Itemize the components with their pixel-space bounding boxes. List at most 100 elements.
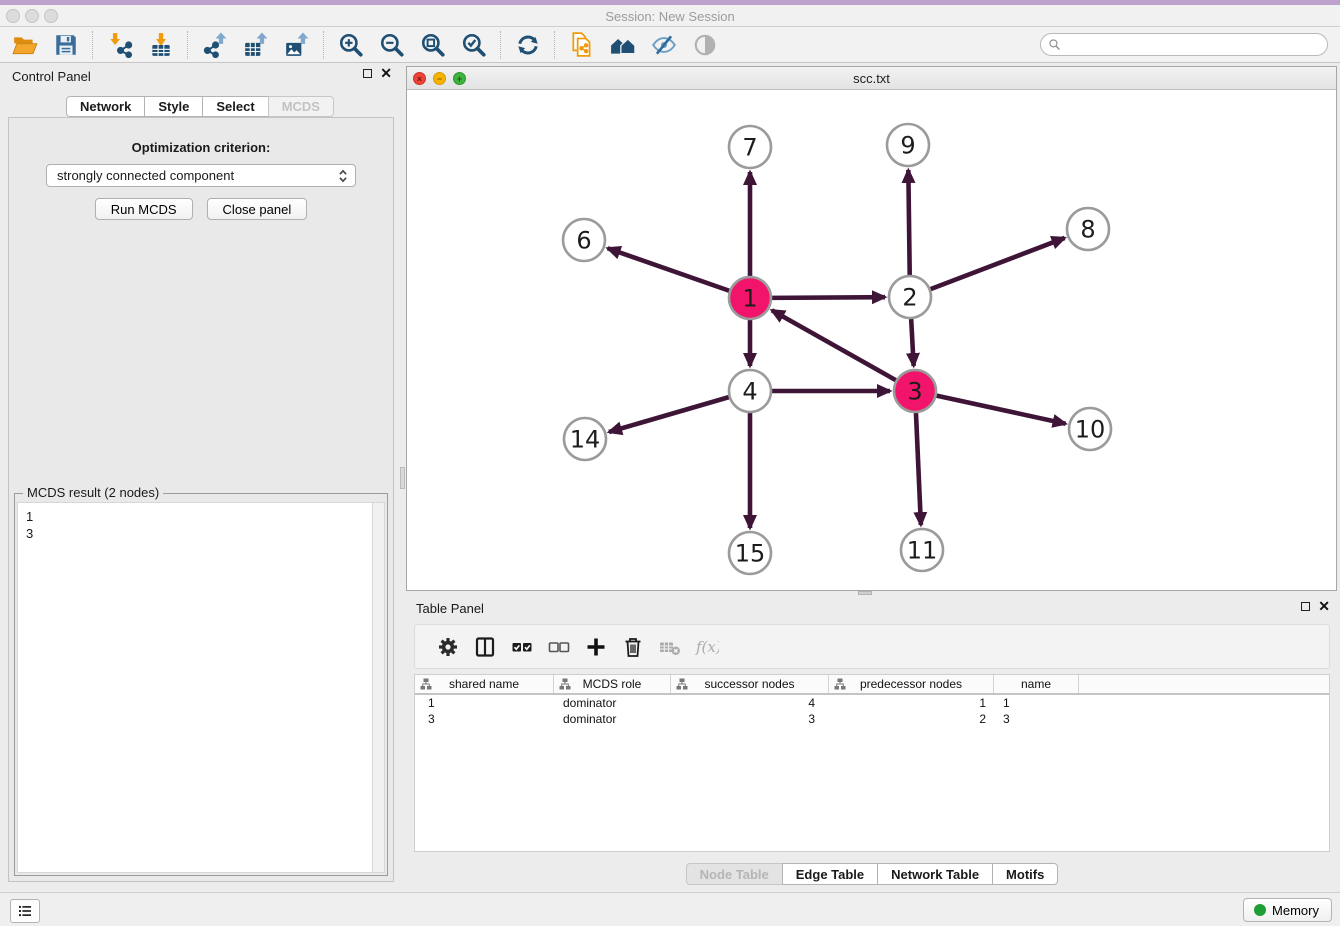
- table-cell[interactable]: 3: [994, 712, 1079, 726]
- graph-node-14[interactable]: 14: [564, 418, 606, 460]
- column-header-predecessor-nodes[interactable]: predecessor nodes: [829, 675, 994, 693]
- mcds-result-area[interactable]: 13: [17, 502, 385, 873]
- network-titlebar[interactable]: × − + scc.txt: [407, 67, 1336, 90]
- tab-select[interactable]: Select: [202, 96, 268, 117]
- column-header-shared-name[interactable]: shared name: [415, 675, 554, 693]
- column-header-MCDS-role[interactable]: MCDS role: [554, 675, 671, 693]
- table-cell[interactable]: 1: [829, 696, 994, 710]
- delete-table-icon: [658, 635, 682, 659]
- memory-button[interactable]: Memory: [1243, 898, 1332, 922]
- tab-mcds[interactable]: MCDS: [268, 96, 334, 117]
- home-icon[interactable]: [602, 29, 643, 61]
- graph-edge-1-6[interactable]: [608, 248, 730, 290]
- export-network-icon: [202, 32, 228, 58]
- zoom-in-icon[interactable]: [330, 29, 371, 61]
- zoom-selected-icon: [461, 32, 487, 58]
- function-builder-icon[interactable]: [688, 630, 725, 664]
- task-history-button[interactable]: [10, 899, 40, 923]
- table-cell[interactable]: 1: [994, 696, 1079, 710]
- zoom-out-icon[interactable]: [371, 29, 412, 61]
- graph-edge-3-10[interactable]: [936, 396, 1065, 424]
- table-toolbar: [414, 624, 1330, 669]
- graph-node-9[interactable]: 9: [887, 124, 929, 166]
- split-view-icon: [473, 635, 497, 659]
- graph-node-3[interactable]: 3: [894, 370, 936, 412]
- tab-node-table[interactable]: Node Table: [686, 863, 783, 885]
- node-table: shared nameMCDS rolesuccessor nodesprede…: [414, 674, 1330, 852]
- save-session-icon[interactable]: [45, 29, 86, 61]
- new-network-from-selection-icon[interactable]: [561, 29, 602, 61]
- add-column-icon[interactable]: [577, 630, 614, 664]
- splitter-grip[interactable]: [858, 591, 872, 595]
- tab-motifs[interactable]: Motifs: [992, 863, 1058, 885]
- apply-layout-icon[interactable]: [507, 29, 548, 61]
- import-network-icon[interactable]: [99, 29, 140, 61]
- graph-edge-2-8[interactable]: [931, 238, 1065, 289]
- graph-node-1[interactable]: 1: [729, 277, 771, 319]
- memory-label: Memory: [1272, 903, 1319, 918]
- hierarchy-icon: [420, 678, 432, 690]
- table-row[interactable]: 3dominator323: [415, 711, 1329, 727]
- graph-node-11[interactable]: 11: [901, 529, 943, 571]
- column-header-successor-nodes[interactable]: successor nodes: [671, 675, 829, 693]
- graph-edge-2-3[interactable]: [911, 319, 914, 366]
- zoom-selected-icon[interactable]: [453, 29, 494, 61]
- select-all-columns-icon[interactable]: [503, 630, 540, 664]
- table-settings-icon[interactable]: [429, 630, 466, 664]
- tab-edge-table[interactable]: Edge Table: [782, 863, 878, 885]
- table-cell[interactable]: 3: [671, 712, 829, 726]
- close-panel-button[interactable]: Close panel: [207, 198, 308, 220]
- table-cell[interactable]: 3: [415, 712, 554, 726]
- home-icon: [610, 32, 636, 58]
- function-builder-icon: [695, 635, 719, 659]
- float-panel-icon[interactable]: [363, 69, 372, 78]
- run-mcds-button[interactable]: Run MCDS: [95, 198, 193, 220]
- graph-edge-3-1[interactable]: [772, 310, 896, 380]
- graph-node-7[interactable]: 7: [729, 126, 771, 168]
- unhide-icon[interactable]: [684, 29, 725, 61]
- tab-style[interactable]: Style: [144, 96, 203, 117]
- deselect-all-columns-icon[interactable]: [540, 630, 577, 664]
- graph-node-8[interactable]: 8: [1067, 208, 1109, 250]
- network-canvas[interactable]: 1 2 3 4 6 7 8 9 10 11 14 15: [407, 90, 1336, 590]
- table-row[interactable]: 1dominator411: [415, 695, 1329, 711]
- result-scrollbar[interactable]: [372, 503, 384, 872]
- open-session-icon[interactable]: [4, 29, 45, 61]
- graph-edge-2-9[interactable]: [908, 170, 909, 275]
- graph-edge-4-14[interactable]: [609, 397, 729, 432]
- hide-selected-icon[interactable]: [643, 29, 684, 61]
- table-cell[interactable]: dominator: [554, 712, 671, 726]
- tab-network-table[interactable]: Network Table: [877, 863, 993, 885]
- table-cell[interactable]: dominator: [554, 696, 671, 710]
- search-box[interactable]: [1040, 33, 1328, 56]
- table-cell[interactable]: 1: [415, 696, 554, 710]
- close-panel-icon[interactable]: ✕: [380, 69, 392, 78]
- delete-column-icon[interactable]: [614, 630, 651, 664]
- delete-table-icon[interactable]: [651, 630, 688, 664]
- export-network-icon[interactable]: [194, 29, 235, 61]
- export-table-icon[interactable]: [235, 29, 276, 61]
- optimization-criterion-label: Optimization criterion:: [9, 140, 393, 155]
- column-header-name[interactable]: name: [994, 675, 1079, 693]
- table-cell[interactable]: 2: [829, 712, 994, 726]
- graph-edge-3-11[interactable]: [916, 413, 921, 525]
- close-panel-icon[interactable]: ✕: [1318, 602, 1330, 611]
- zoom-fit-icon[interactable]: [412, 29, 453, 61]
- graph-node-label: 15: [735, 540, 766, 568]
- split-view-icon[interactable]: [466, 630, 503, 664]
- graph-node-15[interactable]: 15: [729, 532, 771, 574]
- graph-node-6[interactable]: 6: [563, 219, 605, 261]
- zoom-in-icon: [338, 32, 364, 58]
- search-input[interactable]: [1061, 35, 1327, 54]
- graph-node-2[interactable]: 2: [889, 276, 931, 318]
- float-panel-icon[interactable]: [1301, 602, 1310, 611]
- graph-edge-1-2[interactable]: [772, 297, 885, 298]
- table-cell[interactable]: 4: [671, 696, 829, 710]
- graph-node-10[interactable]: 10: [1069, 408, 1111, 450]
- graph-node-4[interactable]: 4: [729, 370, 771, 412]
- import-table-icon[interactable]: [140, 29, 181, 61]
- tab-network[interactable]: Network: [66, 96, 145, 117]
- optimization-criterion-select[interactable]: strongly connected component: [46, 164, 356, 187]
- splitter-grip[interactable]: [400, 467, 405, 489]
- export-image-icon[interactable]: [276, 29, 317, 61]
